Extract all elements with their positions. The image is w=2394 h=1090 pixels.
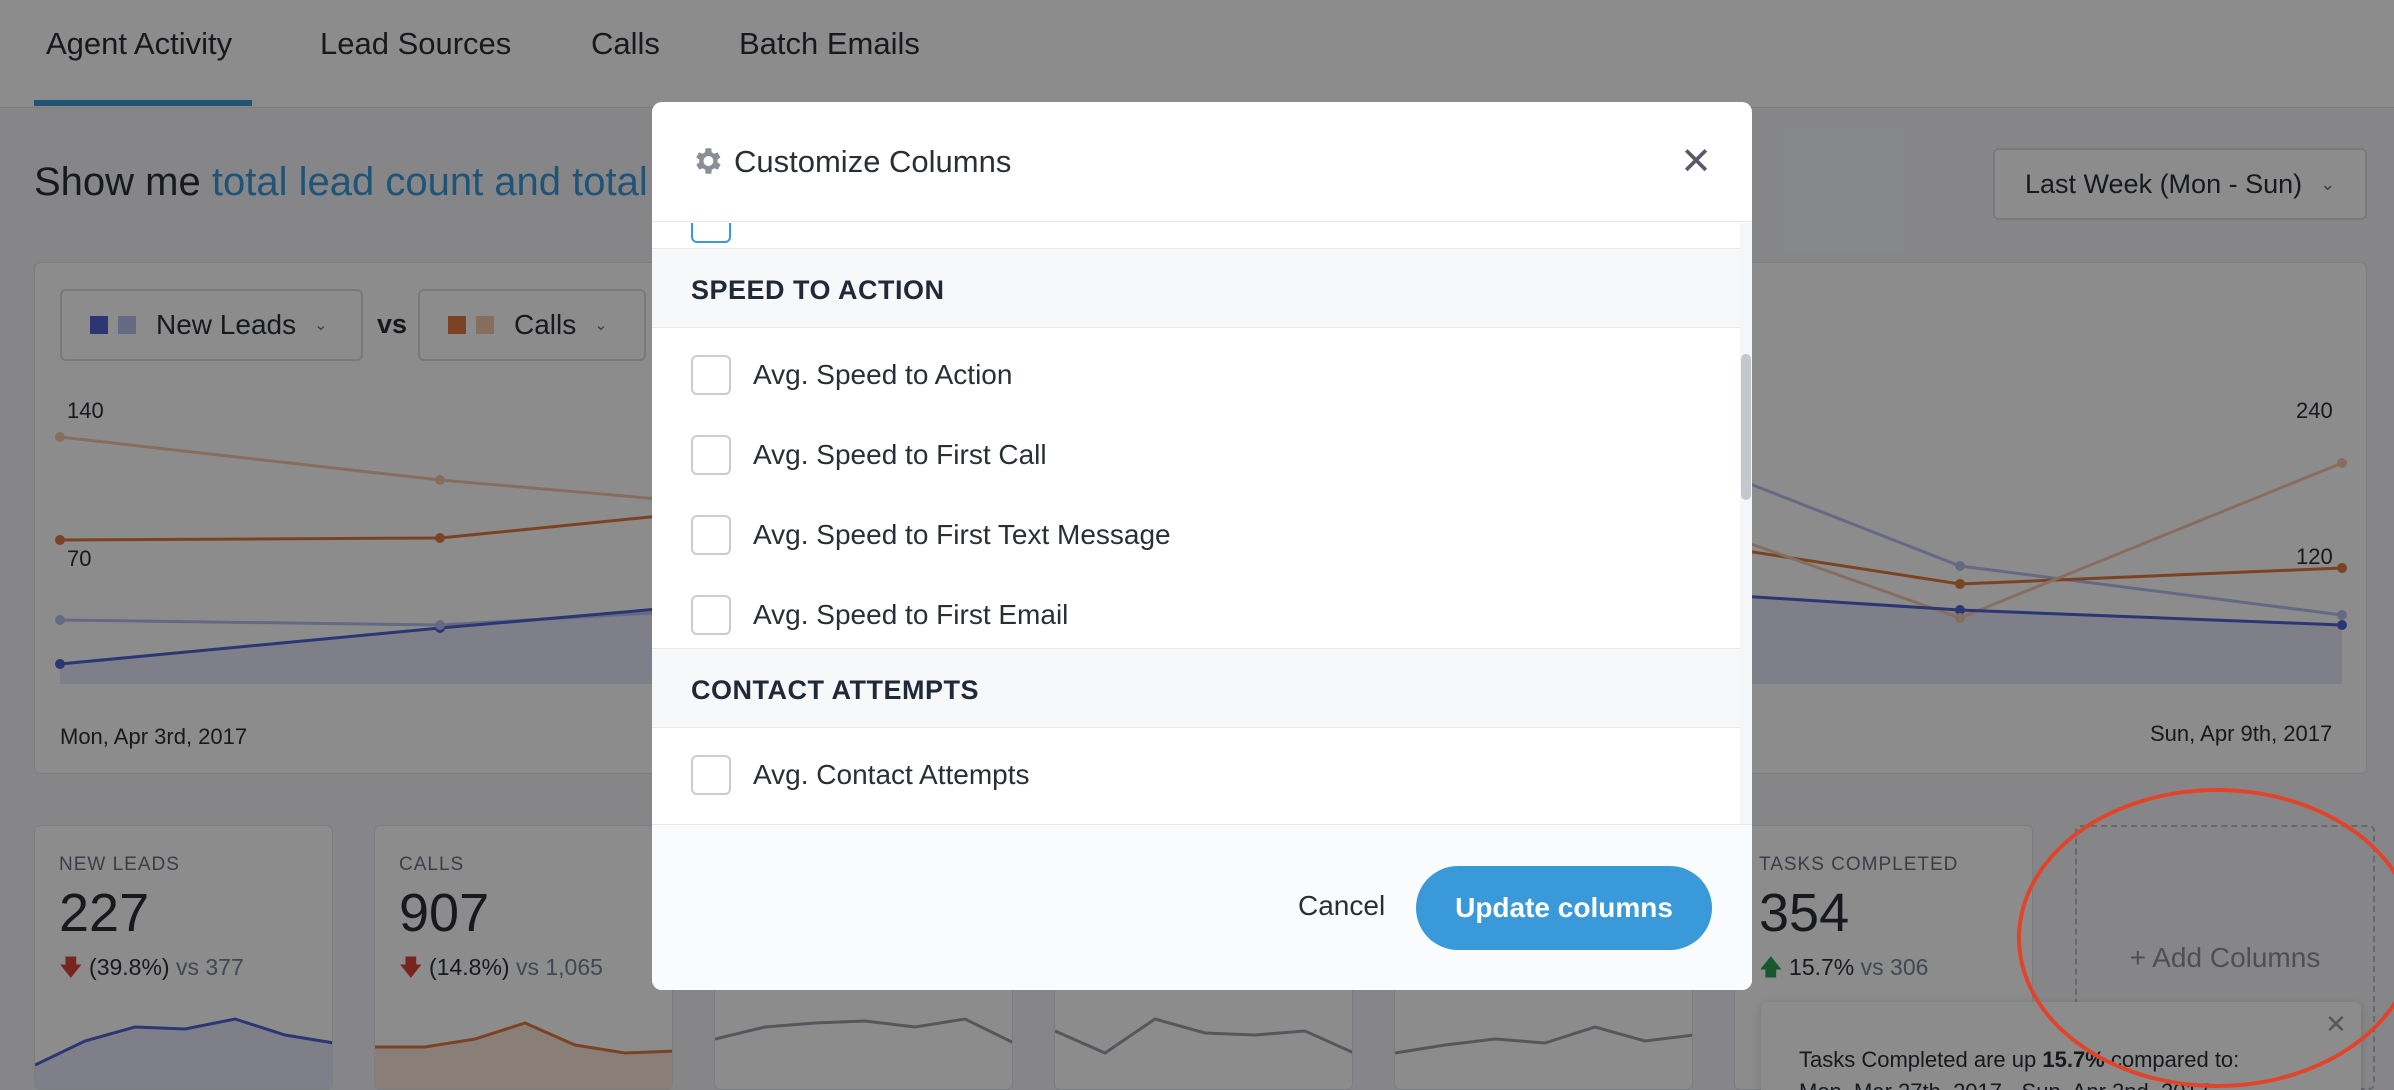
checkbox[interactable] [691, 435, 731, 475]
update-columns-button[interactable]: Update columns [1416, 866, 1712, 950]
modal-title: Customize Columns [734, 144, 1012, 179]
gear-icon [696, 148, 721, 174]
cancel-button[interactable]: Cancel [1298, 890, 1385, 922]
option-avg-speed-to-first-text[interactable]: Avg. Speed to First Text Message [691, 510, 1171, 560]
option-avg-speed-to-action[interactable]: Avg. Speed to Action [691, 350, 1012, 400]
customize-columns-modal: Customize Columns ✕ SPEED TO ACTION Avg.… [652, 102, 1752, 990]
modal-header: Customize Columns ✕ [652, 102, 1752, 222]
checkbox[interactable] [691, 595, 731, 635]
checkbox[interactable] [691, 515, 731, 555]
modal-scrollbar-track[interactable] [1740, 223, 1752, 925]
checkbox[interactable] [691, 755, 731, 795]
close-icon[interactable]: ✕ [1676, 142, 1716, 182]
checkbox[interactable] [691, 355, 731, 395]
modal-body: SPEED TO ACTION Avg. Speed to Action Avg… [652, 223, 1740, 925]
option-avg-contact-attempts[interactable]: Avg. Contact Attempts [691, 750, 1030, 800]
section-header-contact-attempts: CONTACT ATTEMPTS [652, 648, 1740, 728]
annotation-circle [2017, 788, 2394, 1088]
option-avg-speed-to-first-email[interactable]: Avg. Speed to First Email [691, 590, 1068, 640]
option-avg-speed-to-first-call[interactable]: Avg. Speed to First Call [691, 430, 1047, 480]
section-header-speed-to-action: SPEED TO ACTION [652, 248, 1740, 328]
checkbox-partial-row[interactable] [691, 223, 731, 243]
modal-scrollbar-thumb[interactable] [1741, 354, 1751, 500]
